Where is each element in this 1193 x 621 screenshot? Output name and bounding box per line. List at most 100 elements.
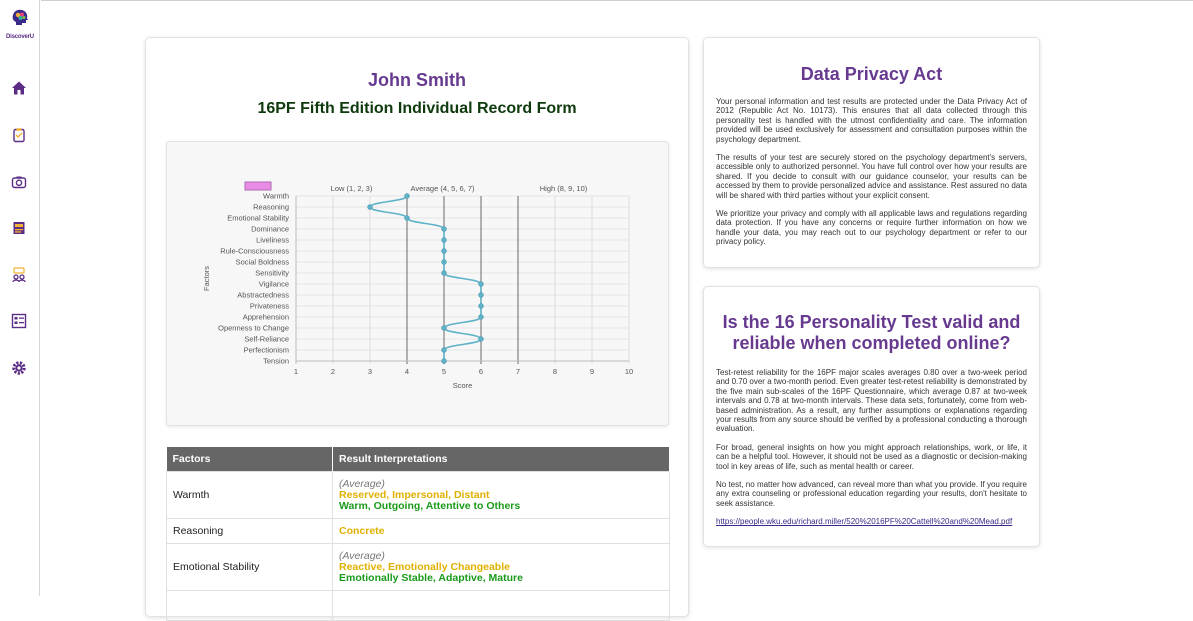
nav-settings[interactable] [10,359,28,377]
interpretation-cell: Concrete [332,518,670,544]
y-category-label: Rule-Consciousness [220,247,289,256]
low-interpretation: Concrete [339,524,385,537]
privacy-paragraph: Your personal information and test resul… [716,97,1027,144]
factor-cell: Reasoning [166,518,333,544]
band-label: High (8, 9, 10) [540,184,588,193]
main-content: John Smith 16PF Fifth Edition Individual… [41,0,1193,621]
y-category-label: Social Boldness [236,258,290,267]
average-label: (Average) [339,477,385,490]
nav-resources[interactable] [10,219,28,237]
y-category-label: Privateness [250,302,289,311]
brain-logo-icon [12,9,28,25]
x-tick-label: 9 [590,367,594,376]
col-header-interpretations: Result Interpretations [332,447,670,472]
y-category-label: Perfectionism [244,346,289,355]
y-category-label: Reasoning [253,203,289,212]
table-row: Reasoning Concrete [166,518,670,544]
y-category-label: Vigilance [259,280,289,289]
data-point [478,336,484,342]
clipboard-icon [13,128,25,143]
validity-paragraph: No test, no matter how advanced, can rev… [716,480,1027,508]
record-form-card: John Smith 16PF Fifth Edition Individual… [145,37,689,621]
data-point [441,270,447,276]
band-label: Low (1, 2, 3) [331,184,373,193]
privacy-title: Data Privacy Act [800,64,943,84]
nav-counselors[interactable] [10,266,28,284]
factor-cell: Warmth [166,471,333,519]
x-tick-label: 3 [368,367,372,376]
nav-home[interactable] [10,79,28,97]
data-point [478,292,484,298]
x-tick-label: 2 [331,367,335,376]
data-point [404,215,410,221]
x-tick-label: 6 [479,367,483,376]
x-tick-label: 5 [442,367,446,376]
form-title: 16PF Fifth Edition Individual Record For… [257,100,577,117]
data-point [441,237,447,243]
results-table: Factors Result Interpretations Warmth (A… [166,447,670,621]
data-point [441,325,447,331]
table-row: Emotional Stability (Average) Reactive, … [166,543,670,591]
validity-card: Is the 16 Personality Test valid and rel… [703,286,1040,547]
data-point [441,248,447,254]
nav-tests[interactable] [10,126,28,144]
privacy-paragraph: We prioritize your privacy and comply wi… [716,209,1027,247]
x-tick-label: 1 [294,367,298,376]
x-tick-label: 8 [553,367,557,376]
x-axis-title: Score [453,381,473,390]
y-category-label: Sensitivity [255,269,289,278]
interpretation-cell: (Average) Reserved, Impersonal, Distant … [332,471,670,519]
data-point [478,303,484,309]
list-icon [11,313,27,329]
y-axis-title: Factors [202,266,211,291]
high-interpretation: Emotionally Stable, Adaptive, Mature [339,571,523,584]
data-point [441,259,447,265]
reference-link[interactable]: https://people.wku.edu/richard.miller/52… [716,517,1027,526]
table-row [166,590,670,621]
y-category-label: Dominance [251,225,289,234]
data-point [367,204,373,210]
privacy-card: Data Privacy Act Your personal informati… [703,37,1040,268]
data-point [441,347,447,353]
validity-paragraph: For broad, general insights on how you m… [716,442,1027,471]
low-interpretation: Reserved, Impersonal, Distant [339,488,490,501]
camera-icon [11,176,27,189]
user-name: John Smith [368,70,466,90]
series-line [369,195,482,361]
band-label: Average (4, 5, 6, 7) [410,184,475,193]
data-point [478,314,484,320]
book-icon [13,222,25,234]
y-category-label: Abstractedness [237,291,289,300]
x-tick-label: 4 [405,367,409,376]
chart-svg: 1 2 3 4 5 6 7 8 9 10 Warmth Reasoning Emotional Stab… [202,181,633,390]
privacy-paragraph: The results of your test are securely st… [716,153,1027,200]
average-label: (Average) [339,549,385,562]
y-category-label: Apprehension [243,313,289,322]
app-logo[interactable]: DiscoverU [1,8,39,40]
x-tick-label: 10 [625,367,633,376]
y-category-label: Emotional Stability [227,214,289,223]
table-row: Warmth (Average) Reserved, Impersonal, D… [166,471,670,519]
col-header-factors: Factors [166,447,333,472]
people-icon [12,267,26,283]
data-point [404,193,410,199]
y-category-label: Warmth [263,192,289,201]
high-interpretation: Warm, Outgoing, Attentive to Others [339,499,521,512]
validity-paragraph: Test-retest reliability for the 16PF maj… [716,368,1027,434]
nav-records[interactable] [10,312,28,330]
data-point [441,358,447,364]
y-category-label: Openness to Change [218,324,289,333]
data-point [441,226,447,232]
nav-camera[interactable] [10,173,28,191]
low-interpretation: Reactive, Emotionally Changeable [339,560,510,573]
validity-title: Is the 16 Personality Test valid and rel… [722,312,1021,353]
factor-cell: Emotional Stability [166,543,333,591]
x-tick-label: 7 [516,367,520,376]
sidebar: DiscoverU [0,0,40,596]
interpretation-cell: (Average) Reactive, Emotionally Changeab… [332,543,670,591]
home-icon [12,81,26,95]
y-category-label: Self-Reliance [244,335,289,344]
y-category-label: Liveliness [256,236,289,245]
brand-name: DiscoverU [6,34,34,40]
profile-chart: 1 2 3 4 5 6 7 8 9 10 Warmth Reasoning Emotional Stab… [166,141,669,426]
